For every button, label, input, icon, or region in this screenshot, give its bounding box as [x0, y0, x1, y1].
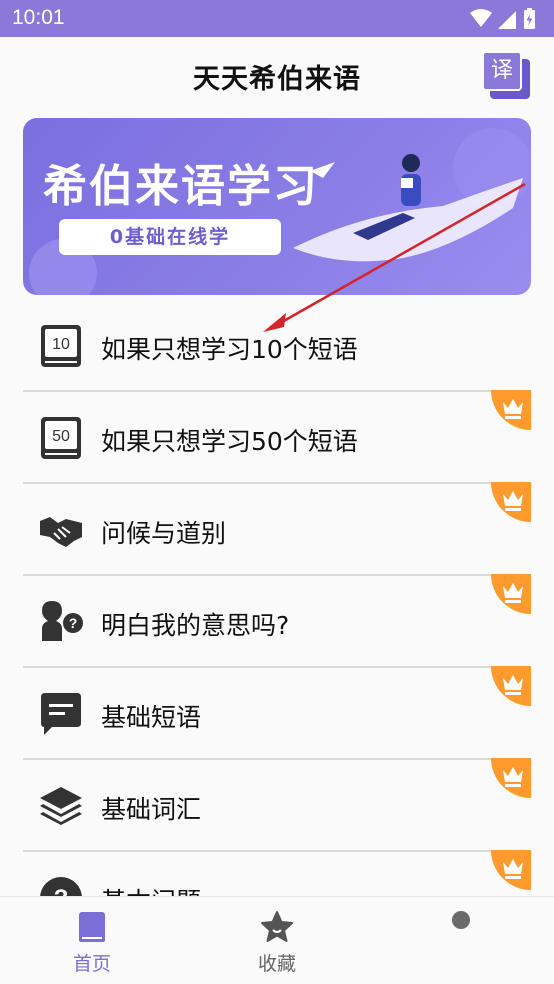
tab-favorites[interactable]: 收藏 — [217, 897, 337, 984]
tab-favorites-label: 收藏 — [257, 953, 296, 975]
tab-home-label: 首页 — [72, 953, 111, 975]
tab-indicator-dot — [452, 911, 470, 929]
book-icon — [79, 912, 105, 942]
annotation-arrow — [263, 182, 526, 332]
star-icon — [261, 911, 293, 942]
bottom-nav: 首页 收藏 — [0, 896, 554, 984]
tab-home[interactable]: 首页 — [32, 897, 152, 984]
